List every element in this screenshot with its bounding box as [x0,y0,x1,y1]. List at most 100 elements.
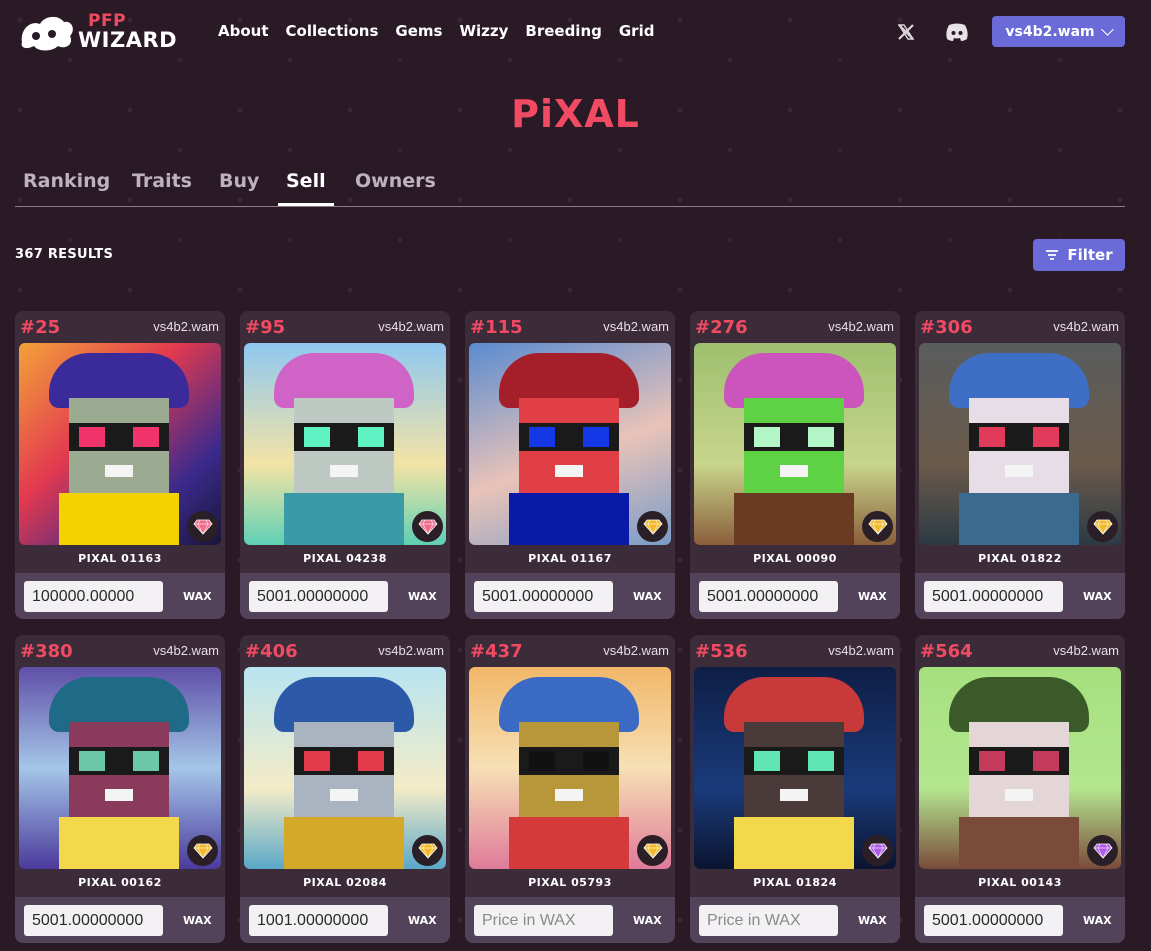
nft-eye-left [304,427,330,447]
nft-image[interactable] [919,667,1121,869]
price-row: WAX [915,573,1125,619]
currency-label: WAX [858,914,887,927]
tab-ranking[interactable]: Ranking [23,170,110,206]
gem-rarity-badge [412,511,443,542]
tab-traits[interactable]: Traits [132,170,192,206]
nft-image[interactable] [244,343,446,545]
nft-mouth [105,465,133,477]
nft-card[interactable]: #25 vs4b2.wam PIXAL 01163 WAX [15,311,225,619]
nft-card[interactable]: #115 vs4b2.wam PIXAL 01167 WAX [465,311,675,619]
nav-link-wizzy[interactable]: Wizzy [459,22,508,40]
gem-rarity-badge [862,511,893,542]
filter-label: Filter [1067,246,1113,264]
nft-mouth [1005,789,1033,801]
nav-link-about[interactable]: About [218,22,269,40]
nft-eye-left [529,427,555,447]
gem-rarity-badge [187,511,218,542]
price-input[interactable] [249,581,388,612]
nav-link-gems[interactable]: Gems [395,22,442,40]
x-twitter-icon[interactable] [896,22,916,42]
price-input[interactable] [24,905,163,936]
filter-button[interactable]: Filter [1033,239,1125,271]
currency-label: WAX [183,914,212,927]
nft-card[interactable]: #306 vs4b2.wam PIXAL 01822 WAX [915,311,1125,619]
card-owner: vs4b2.wam [603,319,669,334]
nft-card[interactable]: #380 vs4b2.wam PIXAL 00162 WAX [15,635,225,943]
nft-body [284,493,404,545]
currency-label: WAX [1083,590,1112,603]
price-row: WAX [15,897,225,943]
price-input[interactable] [924,581,1063,612]
gem-icon [867,843,888,859]
currency-label: WAX [408,590,437,603]
nft-card[interactable]: #406 vs4b2.wam PIXAL 02084 WAX [240,635,450,943]
price-input[interactable] [474,581,613,612]
card-rank: #306 [920,317,973,338]
nft-mouth [780,465,808,477]
card-owner: vs4b2.wam [1053,643,1119,658]
nft-image[interactable] [244,667,446,869]
card-rank: #380 [20,641,73,662]
tab-bar: Ranking Traits Buy Sell Owners [15,168,1125,207]
nav-link-collections[interactable]: Collections [286,22,379,40]
card-name: PIXAL 00143 [978,876,1062,889]
nft-mouth [780,789,808,801]
currency-label: WAX [1083,914,1112,927]
tab-buy[interactable]: Buy [219,170,259,206]
nft-body [959,493,1079,545]
nft-eye-right [133,751,159,771]
results-count: 367 RESULTS [15,247,114,262]
gem-rarity-badge [862,835,893,866]
nft-body [59,493,179,545]
nav-link-grid[interactable]: Grid [619,22,655,40]
site-logo[interactable]: PFP WIZARD [18,10,184,54]
nft-image[interactable] [694,667,896,869]
account-dropdown-button[interactable]: vs4b2.wam [992,16,1125,47]
price-input[interactable] [699,581,838,612]
gem-icon [1092,843,1113,859]
card-name: PIXAL 00090 [753,552,837,565]
nft-eye-left [979,427,1005,447]
nft-card[interactable]: #95 vs4b2.wam PIXAL 04238 WAX [240,311,450,619]
nft-card[interactable]: #437 vs4b2.wam PIXAL 05793 WAX [465,635,675,943]
price-row: WAX [240,573,450,619]
price-input[interactable] [924,905,1063,936]
card-name: PIXAL 04238 [303,552,387,565]
nft-card[interactable]: #536 vs4b2.wam PIXAL 01824 WAX [690,635,900,943]
card-name: PIXAL 02084 [303,876,387,889]
nft-image[interactable] [469,343,671,545]
nft-card[interactable]: #276 vs4b2.wam PIXAL 00090 WAX [690,311,900,619]
nft-image[interactable] [19,343,221,545]
nft-image[interactable] [19,667,221,869]
card-owner: vs4b2.wam [603,643,669,658]
wizard-hat-icon [18,12,76,52]
nft-mouth [330,789,358,801]
card-owner: vs4b2.wam [153,319,219,334]
price-input[interactable] [474,905,613,936]
tab-sell[interactable]: Sell [278,170,334,206]
gem-icon [417,519,438,535]
card-name: PIXAL 00162 [78,876,162,889]
nft-image[interactable] [469,667,671,869]
gem-rarity-badge [637,511,668,542]
nav-link-breeding[interactable]: Breeding [525,22,601,40]
nft-image[interactable] [919,343,1121,545]
nft-eye-left [79,427,105,447]
price-input[interactable] [699,905,838,936]
nav-links: About Collections Gems Wizzy Breeding Gr… [218,22,654,40]
nft-body [284,817,404,869]
nft-eye-left [754,427,780,447]
price-input[interactable] [24,581,163,612]
card-owner: vs4b2.wam [828,319,894,334]
price-input[interactable] [249,905,388,936]
nft-eye-left [79,751,105,771]
card-rank: #406 [245,641,298,662]
card-name: PIXAL 01822 [978,552,1062,565]
tab-owners[interactable]: Owners [355,170,436,206]
nft-card[interactable]: #564 vs4b2.wam PIXAL 00143 WAX [915,635,1125,943]
nft-image[interactable] [694,343,896,545]
gem-rarity-badge [1087,835,1118,866]
discord-icon[interactable] [945,22,969,42]
gem-icon [192,843,213,859]
top-nav: PFP WIZARD About Collections Gems Wizzy … [0,0,1151,64]
